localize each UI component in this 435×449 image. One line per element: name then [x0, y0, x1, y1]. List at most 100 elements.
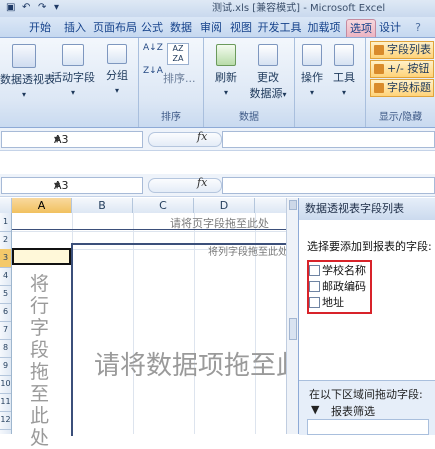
row-field-drop-zone[interactable]: 将行字段拖至此处 [30, 273, 50, 449]
pane-body: 选择要添加到报表的字段: 学校名称 邮政编码 地址 在以下区域间拖动字段: ▼ … [299, 220, 435, 435]
plus-minus-toggle-label: +/- 按钮 [387, 62, 430, 75]
row-header[interactable]: 10 [0, 375, 11, 394]
formula-controls-upper [148, 132, 222, 147]
refresh-icon [216, 44, 236, 66]
select-all-corner[interactable] [0, 198, 12, 213]
pane-title: 数据透视表字段列表 [299, 198, 435, 220]
checkbox-icon[interactable] [309, 265, 320, 276]
worksheet-grid[interactable]: 请将页字段拖至此处 将列字段拖至此处 将行字段拖至此处 请将数据项拖至此处 [12, 213, 328, 449]
sort-group-label: 排序 [161, 112, 181, 123]
sort-dialog-button[interactable]: 排序... [163, 70, 196, 86]
column-header-d[interactable]: D [194, 198, 255, 213]
chevron-down-icon: ▼ [54, 181, 61, 190]
field-list-toggle[interactable]: 字段列表 [370, 41, 434, 59]
data-group-label: 数据 [239, 112, 259, 123]
tools-button[interactable]: 工具 ▾ [329, 44, 359, 98]
report-filter-label: 报表筛选 [331, 405, 375, 418]
group-button[interactable]: 分组 ▾ [98, 44, 136, 96]
tab-formulas[interactable]: 公式 [139, 19, 165, 36]
field-headers-toggle[interactable]: 字段标题 [370, 79, 434, 97]
row-header[interactable]: 12 [0, 411, 11, 430]
column-header-b[interactable]: B [72, 198, 133, 213]
pivottable-icon [12, 44, 36, 68]
active-field-label: 活动字段 [51, 71, 95, 84]
change-source-label-1: 更改 [257, 71, 279, 84]
ribbon-group-pivot: 数据透视表 ▾ 活动字段 ▾ 分组 ▾ [0, 38, 139, 127]
formula-bar: A3 ▼ fx [0, 174, 435, 197]
ribbon-group-data: 刷新 ▾ 更改 数据源▾ 数据 [204, 38, 295, 127]
tab-insert[interactable]: 插入 [60, 19, 90, 36]
active-field-icon [62, 44, 84, 66]
sort-az-button[interactable]: A↓Z [143, 43, 163, 54]
redo-icon[interactable]: ↷ [38, 1, 46, 15]
active-field-button[interactable]: 活动字段 ▾ [50, 44, 96, 98]
undo-icon[interactable]: ↶ [22, 1, 30, 15]
column-header-a[interactable]: A [12, 198, 72, 213]
tab-data[interactable]: 数据 [168, 19, 194, 36]
checkbox-icon[interactable] [309, 297, 320, 308]
filter-icon: ▼ [311, 403, 320, 416]
row-header[interactable]: 5 [0, 285, 11, 304]
actions-button[interactable]: 操作 ▾ [297, 44, 327, 98]
refresh-button[interactable]: 刷新 ▾ [208, 44, 244, 98]
plus-minus-toggle[interactable]: +/- 按钮 [370, 60, 434, 78]
tab-options[interactable]: 选项 [346, 19, 376, 37]
sort-za-button[interactable]: Z↓A [143, 66, 163, 77]
qat-dropdown-icon[interactable]: ▾ [54, 1, 59, 15]
fx-icon[interactable]: fx [197, 176, 207, 189]
report-filter-area[interactable] [307, 419, 429, 435]
row-header[interactable]: 9 [0, 357, 11, 376]
tab-add-ins[interactable]: 加载项 [305, 19, 343, 36]
refresh-label: 刷新 [215, 71, 237, 84]
change-source-button[interactable]: 更改 数据源▾ [244, 44, 292, 101]
row-headers: 1 2 3 4 5 6 7 8 9 10 11 12 [0, 213, 12, 434]
title-bar: ▣ ↶ ↷ ▾ 测试.xls [兼容模式] - Microsoft Excel [0, 0, 435, 17]
row-header[interactable]: 11 [0, 393, 11, 412]
field-label: 学校名称 [322, 264, 366, 277]
save-icon[interactable]: ▣ [6, 1, 15, 15]
pivottable-label: 数据透视表 [0, 73, 55, 86]
tools-icon [334, 44, 354, 66]
field-label: 地址 [322, 296, 344, 309]
column-field-drop-zone[interactable]: 将列字段拖至此处 [208, 243, 288, 258]
row-header[interactable]: 3 [0, 249, 11, 268]
plus-minus-icon [374, 64, 384, 74]
formula-input-upper[interactable] [222, 131, 435, 148]
tab-view[interactable]: 视图 [228, 19, 254, 36]
fx-icon[interactable]: fx [197, 130, 207, 143]
row-header[interactable]: 6 [0, 303, 11, 322]
tab-page-layout[interactable]: 页面布局 [93, 19, 136, 36]
change-source-icon [258, 44, 278, 66]
blank-band [0, 151, 435, 173]
name-box-upper[interactable]: A3 ▼ [1, 131, 143, 148]
checkbox-icon[interactable] [309, 281, 320, 292]
selected-cell-a3[interactable] [12, 248, 71, 265]
field-label: 邮政编码 [322, 280, 366, 293]
show-hide-group-label: 显示/隐藏 [378, 112, 423, 123]
sort-icon[interactable]: AZ ZA [167, 43, 189, 65]
column-header-c[interactable]: C [133, 198, 194, 213]
formula-input[interactable] [222, 177, 435, 194]
row-header[interactable]: 8 [0, 339, 11, 358]
row-header[interactable]: 1 [0, 213, 11, 232]
tab-design[interactable]: 设计 [377, 19, 403, 36]
row-header[interactable]: 2 [0, 231, 11, 250]
pivottable-button[interactable]: 数据透视表 ▾ [0, 44, 55, 100]
row-header[interactable]: 4 [0, 267, 11, 286]
column-headers: A B C D [0, 198, 290, 214]
tab-home[interactable]: 开始 [24, 19, 56, 36]
help-icon[interactable]: ? [408, 19, 428, 36]
ribbon: 数据透视表 ▾ 活动字段 ▾ 分组 ▾ A↓Z AZ ZA Z↓A 排序... 排序 刷… [0, 38, 435, 128]
areas-section: 在以下区域间拖动字段: ▼ 报表筛选 [299, 380, 435, 435]
row-header[interactable]: 7 [0, 321, 11, 340]
name-box[interactable]: A3 ▼ [1, 177, 143, 194]
formula-controls [148, 178, 222, 193]
column-header-e[interactable] [255, 198, 289, 213]
actions-icon [302, 44, 322, 66]
tab-developer[interactable]: 开发工具 [257, 19, 302, 36]
scroll-thumb[interactable] [289, 318, 297, 340]
pivot-field-list-pane: 数据透视表字段列表 选择要添加到报表的字段: 学校名称 邮政编码 地址 在以下区… [298, 198, 435, 435]
grid-line [12, 231, 286, 232]
tab-review[interactable]: 审阅 [198, 19, 224, 36]
scroll-up-icon[interactable] [289, 200, 297, 210]
